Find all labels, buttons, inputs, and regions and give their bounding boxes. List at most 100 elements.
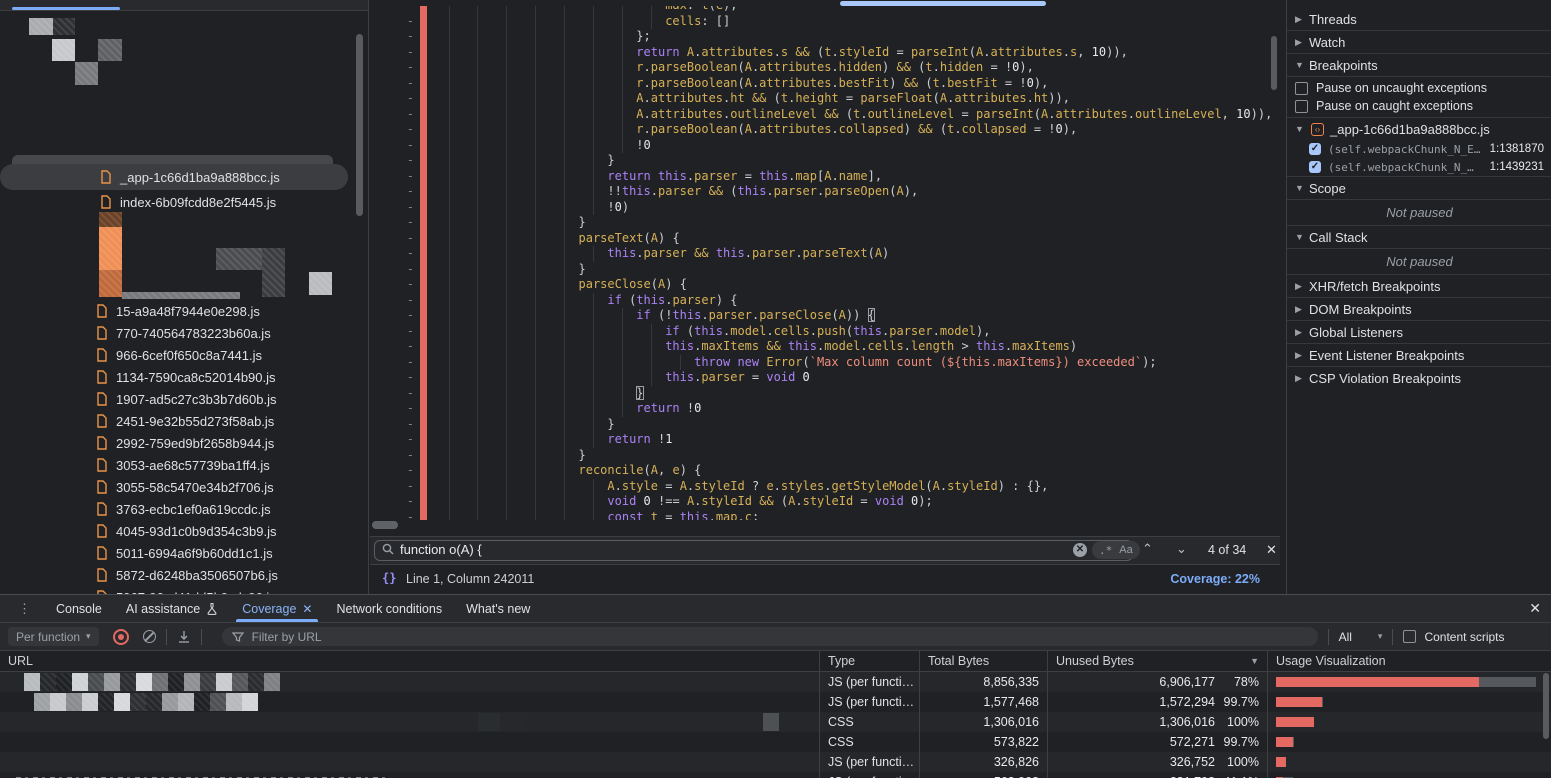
sidebar-section-dom-breakpoints[interactable]: ▶DOM Breakpoints (1287, 297, 1551, 320)
pause-exceptions-option[interactable]: Pause on uncaught exceptions (1287, 79, 1551, 97)
content-scripts-checkbox[interactable] (1403, 630, 1416, 643)
checkbox-unchecked[interactable] (1295, 82, 1308, 95)
sidebar-section-breakpoints[interactable]: ▼Breakpoints (1287, 53, 1551, 76)
pretty-print-icon[interactable]: {} (382, 571, 396, 585)
breakpoint-file-group[interactable]: ▼‹›_app-1c66d1ba9a888bcc.js (1287, 117, 1551, 140)
gutter-line-marker[interactable]: - (396, 14, 414, 30)
gutter-line-marker[interactable]: - (396, 6, 414, 14)
gutter-line-marker[interactable]: - (396, 324, 414, 340)
drawer-tab-console[interactable]: Console (44, 595, 114, 622)
sidebar-section-threads[interactable]: ▶Threads (1287, 8, 1551, 30)
close-drawer-icon[interactable]: ✕ (1529, 600, 1541, 617)
file-item[interactable]: 2451-9e32b55d273f58ab.js (96, 410, 274, 432)
gutter-line-marker[interactable]: - (396, 463, 414, 479)
gutter-line-marker[interactable]: - (396, 308, 414, 324)
gutter-line-marker[interactable]: - (396, 355, 414, 371)
gutter-line-marker[interactable]: - (396, 138, 414, 154)
gutter-line-marker[interactable]: - (396, 262, 414, 278)
sidebar-section-csp-violation-breakpoints[interactable]: ▶CSP Violation Breakpoints (1287, 366, 1551, 389)
gutter-line-marker[interactable]: - (396, 60, 414, 76)
gutter-line-marker[interactable]: - (396, 386, 414, 402)
search-input[interactable] (374, 540, 1133, 561)
coverage-percent-link[interactable]: Coverage: 22% (1170, 572, 1260, 586)
gutter-line-marker[interactable]: - (396, 45, 414, 61)
close-tab-icon[interactable]: ✕ (302, 602, 312, 616)
gutter-line-marker[interactable]: - (396, 293, 414, 309)
drawer-tab-coverage[interactable]: Coverage✕ (230, 595, 324, 622)
editor-horizontal-scrollbar[interactable] (372, 521, 398, 529)
file-item-selected[interactable]: _app-1c66d1ba9a888bcc.js (100, 166, 280, 188)
table-row[interactable]: JS (per functi…326,826326,752100% (0, 752, 1551, 772)
checkbox-unchecked[interactable] (1295, 100, 1308, 113)
file-item[interactable]: 770-740564783223b60a.js (96, 322, 271, 344)
file-item[interactable]: 5011-6994a6f9b60dd1c1.js (96, 542, 273, 564)
drawer-tab-what-s-new[interactable]: What's new (454, 595, 542, 622)
sidebar-section-call-stack[interactable]: ▼Call Stack (1287, 225, 1551, 248)
record-coverage-button[interactable] (113, 629, 129, 645)
gutter-line-marker[interactable]: - (396, 231, 414, 247)
column-header-usage-visualization[interactable]: Usage Visualization (1268, 651, 1551, 671)
checkbox-checked[interactable]: ✓ (1309, 161, 1321, 173)
editor-vertical-scrollbar[interactable] (1271, 36, 1277, 90)
filter-by-url-input[interactable]: Filter by URL (222, 627, 1318, 646)
search-previous-icon[interactable]: ⌃ (1142, 541, 1153, 557)
clear-search-icon[interactable]: ✕ (1073, 543, 1087, 557)
gutter-line-marker[interactable]: - (396, 29, 414, 45)
gutter-line-marker[interactable]: - (396, 494, 414, 510)
gutter-line-marker[interactable]: - (396, 200, 414, 216)
table-row[interactable]: JS (per functi…8,856,3356,906,17778% (0, 672, 1551, 692)
breakpoint-entry[interactable]: ✓(self.webpackChunk_N_…1:1439231 (1287, 158, 1551, 176)
sidebar-section-watch[interactable]: ▶Watch (1287, 30, 1551, 53)
table-row[interactable]: CSS1,306,0161,306,016100% (0, 712, 1551, 732)
gutter-line-marker[interactable]: - (396, 107, 414, 123)
file-item[interactable]: 3763-ecbc1ef0a619ccdc.js (96, 498, 271, 520)
pause-exceptions-option[interactable]: Pause on caught exceptions (1287, 97, 1551, 115)
file-item[interactable]: 3055-58c5470e34b2f706.js (96, 476, 274, 498)
gutter-line-marker[interactable]: - (396, 122, 414, 138)
coverage-mode-dropdown[interactable]: Per function ▾ (8, 627, 99, 646)
drawer-tab-ai-assistance[interactable]: AI assistance (114, 595, 230, 622)
navigator-scrollbar[interactable] (356, 34, 363, 216)
file-item[interactable]: 4045-93d1c0b9d354c3b9.js (96, 520, 276, 542)
sidebar-section-event-listener-breakpoints[interactable]: ▶Event Listener Breakpoints (1287, 343, 1551, 366)
column-header-type[interactable]: Type (820, 651, 920, 671)
coverage-type-filter-dropdown[interactable]: All ▾ (1339, 630, 1383, 644)
file-item[interactable]: 3053-ae68c57739ba1ff4.js (96, 454, 270, 476)
file-item[interactable]: index-6b09fcdd8e2f5445.js (100, 191, 276, 213)
column-header-url[interactable]: URL (0, 651, 820, 671)
gutter-line-marker[interactable]: - (396, 246, 414, 262)
file-item[interactable]: 1134-7590ca8c52014b90.js (96, 366, 276, 388)
gutter-line-marker[interactable]: - (396, 417, 414, 433)
table-row[interactable]: JS (per functi…563,908231,79841.1% (0, 772, 1551, 778)
gutter-line-marker[interactable]: - (396, 448, 414, 464)
gutter-line-marker[interactable]: - (396, 215, 414, 231)
coverage-table-scrollbar[interactable] (1543, 673, 1549, 739)
drawer-menu-icon[interactable]: ⋮ (18, 601, 32, 617)
content-scripts-option[interactable]: Content scripts (1403, 630, 1504, 644)
clear-coverage-button[interactable] (143, 630, 156, 643)
file-item[interactable]: 15-a9a48f7944e0e298.js (96, 300, 260, 322)
sidebar-section-global-listeners[interactable]: ▶Global Listeners (1287, 320, 1551, 343)
gutter-line-marker[interactable]: - (396, 91, 414, 107)
search-next-icon[interactable]: ⌄ (1176, 541, 1187, 557)
gutter-line-marker[interactable]: - (396, 432, 414, 448)
gutter-line-marker[interactable]: - (396, 153, 414, 169)
match-case-toggle[interactable]: Aa (1119, 544, 1132, 556)
gutter-line-marker[interactable]: - (396, 76, 414, 92)
table-row[interactable]: JS (per functi…1,577,4681,572,29499.7% (0, 692, 1551, 712)
breakpoint-entry[interactable]: ✓(self.webpackChunk_N_E…1:1381870 (1287, 140, 1551, 158)
sidebar-section-scope[interactable]: ▼Scope (1287, 176, 1551, 199)
gutter-line-marker[interactable]: - (396, 339, 414, 355)
sidebar-section-xhr-fetch-breakpoints[interactable]: ▶XHR/fetch Breakpoints (1287, 274, 1551, 297)
drawer-tab-network-conditions[interactable]: Network conditions (324, 595, 454, 622)
code-view[interactable]: - max: t(e),- cells: []- };- return A.at… (370, 6, 1280, 520)
table-row[interactable]: CSS573,822572,27199.7% (0, 732, 1551, 752)
gutter-line-marker[interactable]: - (396, 510, 414, 521)
gutter-line-marker[interactable]: - (396, 277, 414, 293)
column-header-total-bytes[interactable]: Total Bytes (920, 651, 1048, 671)
checkbox-checked[interactable]: ✓ (1309, 143, 1321, 155)
gutter-line-marker[interactable]: - (396, 169, 414, 185)
file-item[interactable]: 966-6cef0f650c8a7441.js (96, 344, 262, 366)
file-item[interactable]: 1907-ad5c27c3b3b7d60b.js (96, 388, 276, 410)
file-item[interactable]: 2992-759ed9bf2658b944.js (96, 432, 274, 454)
